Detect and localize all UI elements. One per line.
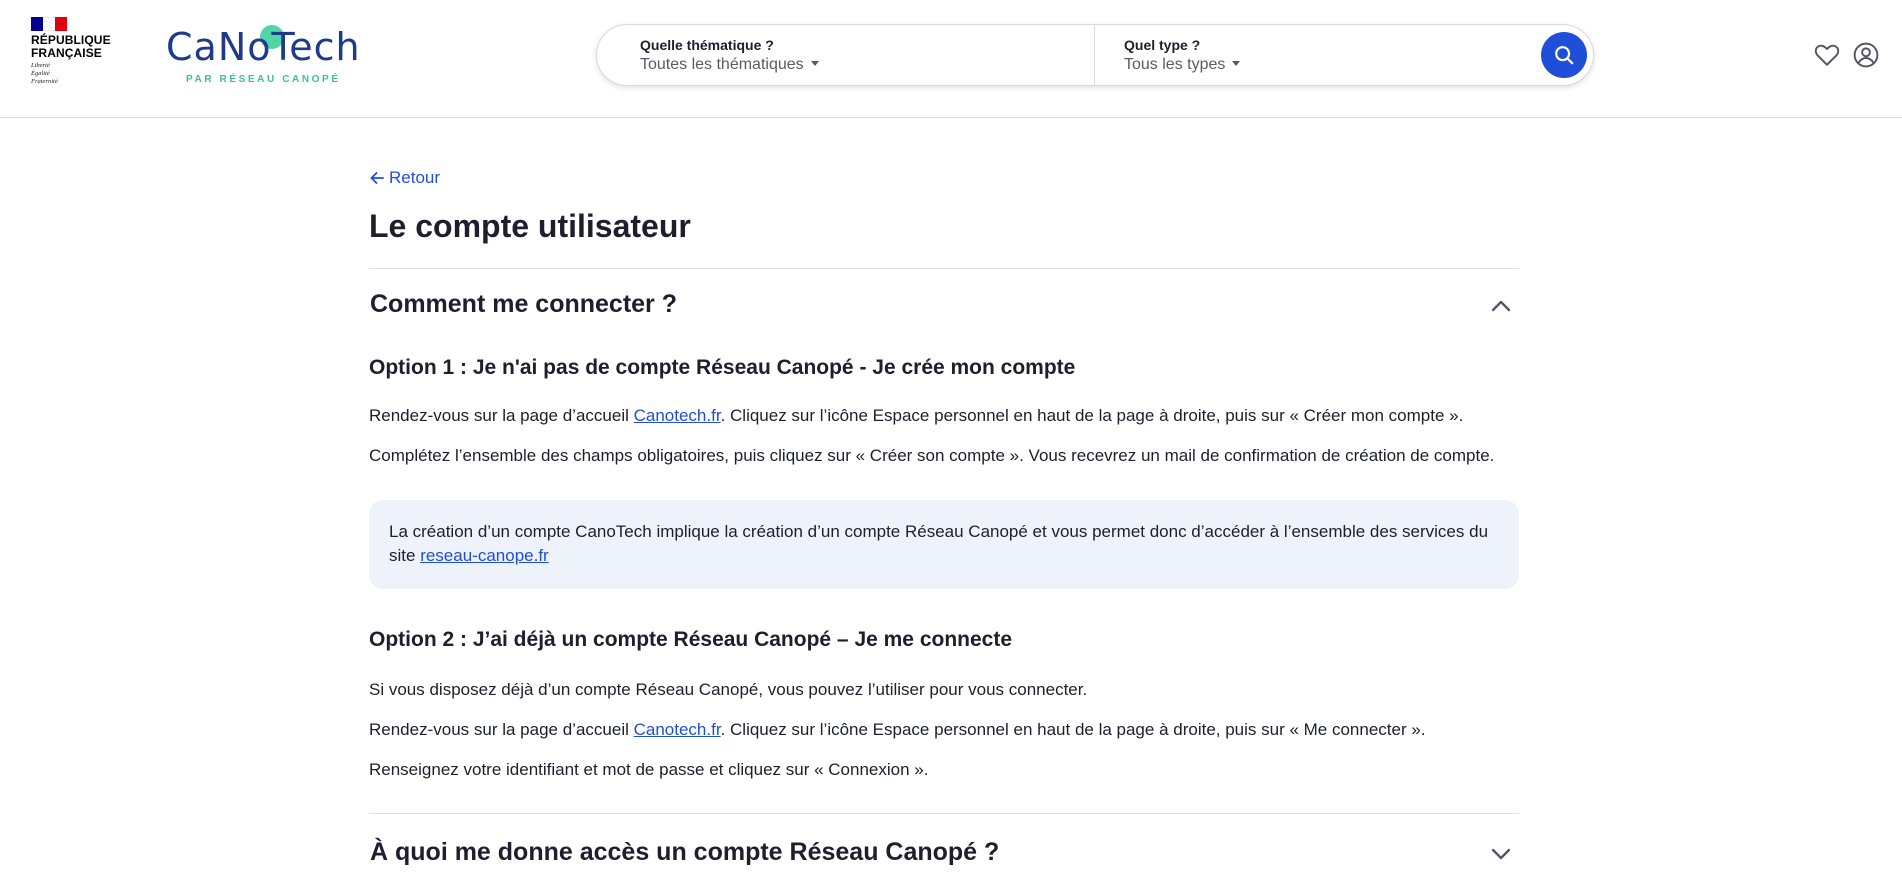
search-icon bbox=[1555, 46, 1574, 65]
french-flag-icon bbox=[31, 17, 67, 31]
option2-paragraph-2: Rendez-vous sur la page d’accueil Canote… bbox=[369, 718, 1426, 742]
brand-name: CaNoTech bbox=[166, 25, 361, 69]
accordion-title: À quoi me donne accès un compte Réseau C… bbox=[370, 838, 1000, 866]
theme-select-value: Toutes les thématiques bbox=[640, 54, 1094, 76]
republique-motto: Liberté Égalité Fraternité bbox=[31, 62, 121, 86]
reseau-canope-link[interactable]: reseau-canope.fr bbox=[420, 546, 549, 565]
type-select-value: Tous les types bbox=[1124, 54, 1535, 76]
favorites-button[interactable] bbox=[1813, 41, 1841, 69]
page-title: Le compte utilisateur bbox=[369, 208, 691, 244]
type-select-label: Quel type ? bbox=[1124, 37, 1201, 53]
brand-tagline: PAR RÉSEAU CANOPÉ bbox=[186, 74, 341, 85]
accordion-header-access[interactable]: À quoi me donne accès un compte Réseau C… bbox=[369, 824, 1519, 880]
option2-paragraph-1: Si vous disposez déjà d’un compte Réseau… bbox=[369, 680, 1088, 699]
heart-icon bbox=[1814, 44, 1840, 66]
text-fragment: . Cliquez sur l’icône Espace personnel e… bbox=[720, 406, 1464, 425]
republique-name: RÉPUBLIQUE FRANÇAISE bbox=[31, 34, 121, 60]
search-bar: Quelle thématique ? Toutes les thématiqu… bbox=[596, 24, 1594, 86]
theme-select[interactable]: Quelle thématique ? Toutes les thématiqu… bbox=[597, 25, 1095, 85]
divider bbox=[369, 268, 1519, 269]
chevron-up-icon bbox=[1491, 300, 1511, 312]
personal-space-button[interactable] bbox=[1852, 41, 1880, 69]
caret-down-icon bbox=[1232, 61, 1241, 67]
chevron-down-icon bbox=[1491, 848, 1511, 860]
accordion-title: Comment me connecter ? bbox=[370, 290, 678, 318]
option2-paragraph-3: Renseignez votre identifiant et mot de p… bbox=[369, 760, 929, 779]
republique-name-line2: FRANÇAISE bbox=[31, 46, 102, 60]
motto-line2: Égalité bbox=[31, 70, 50, 77]
republique-francaise-logo[interactable]: RÉPUBLIQUE FRANÇAISE Liberté Égalité Fra… bbox=[31, 17, 121, 95]
info-callout: La création d’un compte CanoTech impliqu… bbox=[369, 500, 1519, 589]
callout-text: La création d’un compte CanoTech impliqu… bbox=[389, 522, 1489, 565]
site-header: RÉPUBLIQUE FRANÇAISE Liberté Égalité Fra… bbox=[0, 0, 1902, 118]
theme-select-label: Quelle thématique ? bbox=[640, 37, 774, 53]
option1-paragraph-2: Complétez l’ensemble des champs obligato… bbox=[369, 446, 1495, 465]
accordion-header-connect[interactable]: Comment me connecter ? bbox=[369, 276, 1519, 332]
motto-line3: Fraternité bbox=[31, 78, 58, 85]
divider bbox=[369, 813, 1519, 814]
option1-paragraph-1: Rendez-vous sur la page d’accueil Canote… bbox=[369, 404, 1463, 428]
back-link[interactable]: Retour bbox=[369, 168, 440, 188]
canotech-link[interactable]: Canotech.fr bbox=[634, 406, 721, 425]
type-select-value-text: Tous les types bbox=[1124, 56, 1226, 73]
text-fragment: Rendez-vous sur la page d’accueil bbox=[369, 406, 634, 425]
canotech-logo[interactable]: CaNoTech PAR RÉSEAU CANOPÉ bbox=[166, 22, 370, 88]
search-button[interactable] bbox=[1541, 32, 1587, 78]
theme-select-value-text: Toutes les thématiques bbox=[640, 56, 804, 73]
text-fragment: Rendez-vous sur la page d’accueil bbox=[369, 720, 634, 739]
type-select[interactable]: Quel type ? Tous les types bbox=[1095, 25, 1535, 85]
motto-line1: Liberté bbox=[31, 62, 50, 69]
user-icon bbox=[1853, 42, 1879, 68]
canotech-link[interactable]: Canotech.fr bbox=[634, 720, 721, 739]
caret-down-icon bbox=[810, 61, 819, 67]
option1-title: Option 1 : Je n'ai pas de compte Réseau … bbox=[369, 356, 1076, 379]
option2-title: Option 2 : J’ai déjà un compte Réseau Ca… bbox=[369, 628, 1013, 651]
arrow-left-icon bbox=[370, 172, 384, 184]
text-fragment: . Cliquez sur l’icône Espace personnel e… bbox=[720, 720, 1426, 739]
back-link-label: Retour bbox=[389, 168, 441, 187]
